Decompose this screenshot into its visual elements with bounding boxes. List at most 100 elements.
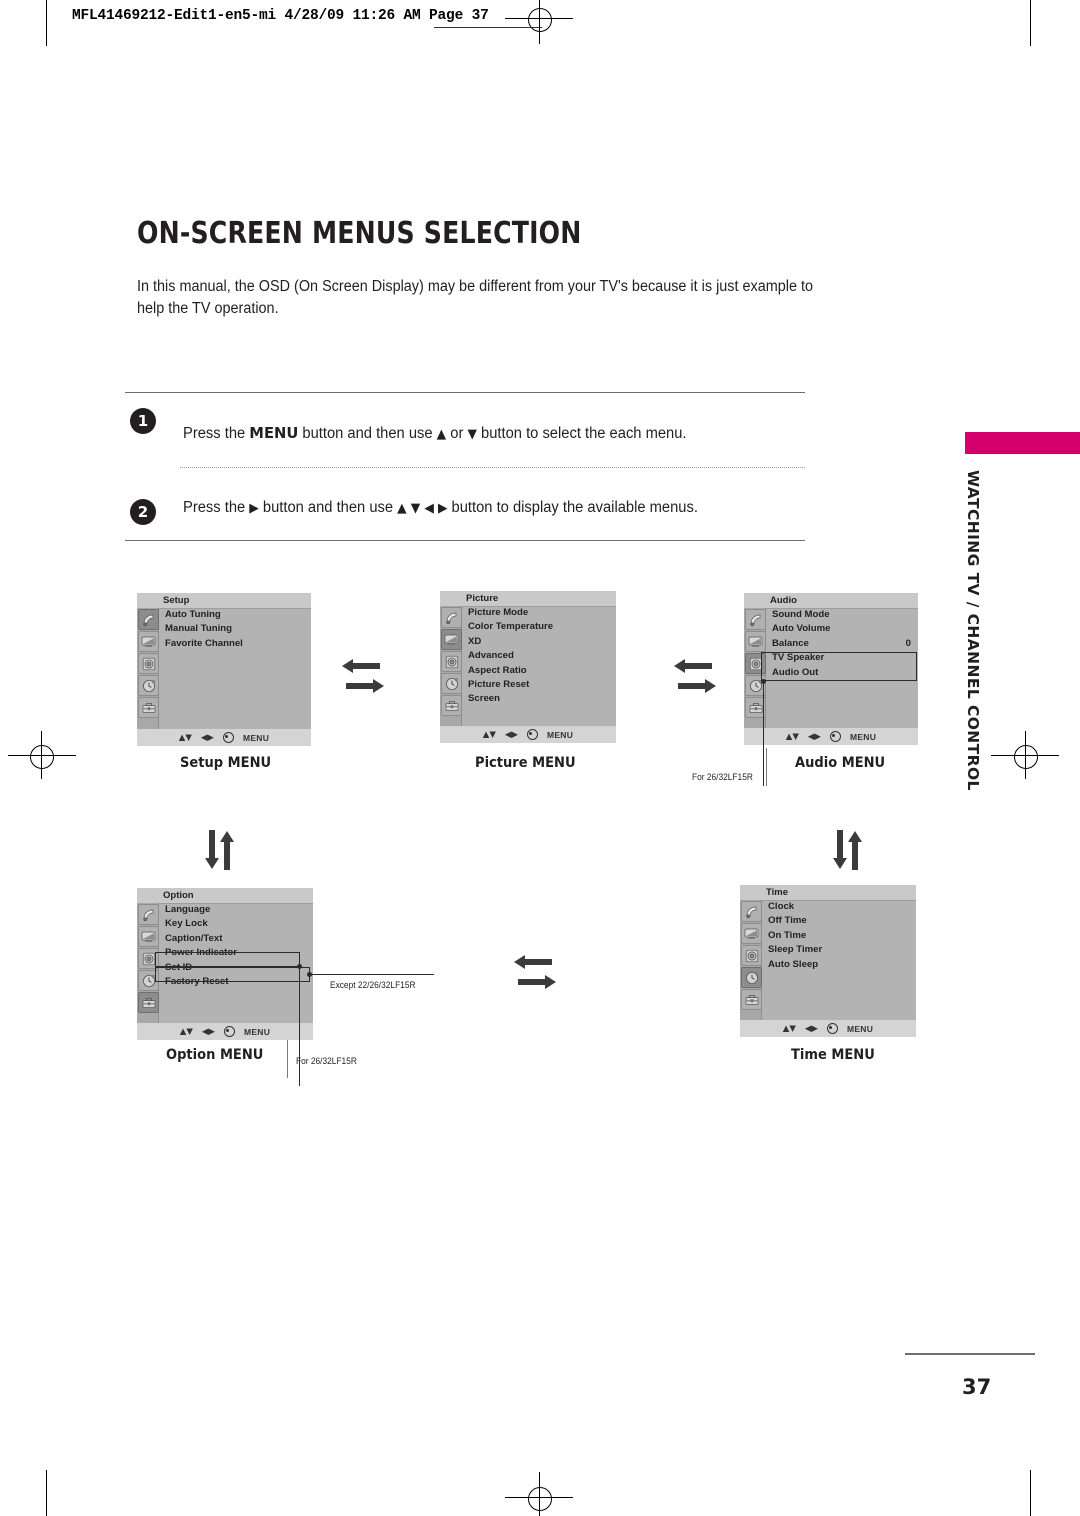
satellite-dish-icon[interactable] bbox=[745, 609, 766, 630]
osd-setup-menu[interactable]: Setup Auto Tuning Manual Tuning Favorite… bbox=[137, 593, 311, 746]
osd-item[interactable]: XD bbox=[462, 635, 616, 649]
osd-item[interactable]: Picture Reset bbox=[462, 678, 616, 692]
satellite-dish-icon[interactable] bbox=[441, 607, 462, 628]
osd-item[interactable]: Manual Tuning bbox=[159, 622, 311, 636]
osd-audio-menu[interactable]: Audio Sound Mode Auto Volume Balance 0 TV bbox=[744, 593, 918, 745]
tv-screen-icon[interactable] bbox=[138, 926, 159, 947]
toolbox-icon[interactable] bbox=[741, 989, 762, 1010]
osd-item[interactable]: Sleep Timer bbox=[762, 943, 916, 957]
osd-item[interactable]: Language bbox=[159, 903, 313, 917]
clock-icon[interactable] bbox=[441, 673, 462, 694]
osd-time-item-list: Clock Off Time On Time Sleep Timer Auto … bbox=[762, 900, 916, 1020]
speaker-icon[interactable] bbox=[441, 651, 462, 672]
osd-item[interactable]: Sound Mode bbox=[766, 608, 918, 622]
osd-item[interactable]: Clock bbox=[762, 900, 916, 914]
satellite-dish-icon[interactable] bbox=[741, 901, 762, 922]
up-arrow-glyph: ▲ bbox=[436, 427, 447, 442]
step-2-part-c: button to display the available menus. bbox=[447, 499, 698, 516]
tv-screen-icon[interactable] bbox=[138, 631, 159, 652]
up-arrow-glyph-2: ▲ bbox=[397, 501, 407, 516]
osd-item[interactable]: On Time bbox=[762, 929, 916, 943]
clock-icon[interactable] bbox=[138, 970, 159, 991]
osd-item[interactable]: Auto Volume bbox=[766, 622, 918, 636]
osd-item[interactable]: Balance 0 bbox=[766, 637, 918, 651]
toolbox-icon[interactable] bbox=[138, 697, 159, 718]
step-1-part-d: button to select the each menu. bbox=[476, 425, 687, 442]
speaker-icon[interactable] bbox=[741, 945, 762, 966]
right-arrow-glyph: ▶ bbox=[249, 501, 259, 516]
osd-item[interactable]: Picture Mode bbox=[462, 606, 616, 620]
caption-setup-menu: Setup MENU bbox=[180, 755, 272, 771]
satellite-dish-icon[interactable] bbox=[138, 609, 159, 630]
leftright-nav-icon: ◀▶ bbox=[804, 1023, 818, 1034]
osd-time-menu[interactable]: Time Clock Off Time On Time Sleep Timer bbox=[740, 885, 916, 1037]
osd-item[interactable]: Color Temperature bbox=[462, 620, 616, 634]
osd-menu-label: MENU bbox=[242, 732, 270, 743]
tv-screen-icon[interactable] bbox=[441, 629, 462, 650]
osd-item[interactable]: Auto Tuning bbox=[159, 608, 311, 622]
note-except-models: Except 22/26/32LF15R bbox=[330, 980, 416, 991]
osd-item[interactable]: Power Indicator bbox=[159, 946, 313, 960]
osd-item[interactable]: Off Time bbox=[762, 914, 916, 928]
osd-picture-item-list: Picture Mode Color Temperature XD Advanc… bbox=[462, 606, 616, 726]
osd-option-icon-rail bbox=[137, 903, 159, 1023]
tv-screen-icon[interactable] bbox=[741, 923, 762, 944]
clock-icon[interactable] bbox=[138, 675, 159, 696]
osd-item[interactable]: Audio Out bbox=[766, 666, 918, 680]
footer-rule bbox=[905, 1353, 1035, 1355]
callout-leader-set-id bbox=[309, 974, 434, 976]
osd-time-title: Time bbox=[766, 887, 789, 898]
osd-item[interactable]: Factory Reset bbox=[159, 975, 313, 989]
note-picture-model: For 26/32LF15R bbox=[692, 772, 753, 783]
osd-item[interactable]: TV Speaker bbox=[766, 651, 918, 665]
osd-item-label: Caption/Text bbox=[165, 932, 223, 944]
clock-icon[interactable] bbox=[741, 967, 762, 988]
arrow-audio-time-vertical bbox=[828, 828, 870, 877]
osd-item[interactable]: Key Lock bbox=[159, 917, 313, 931]
updown-nav-icon: ▲▼ bbox=[785, 731, 799, 742]
osd-item[interactable]: Caption/Text bbox=[159, 932, 313, 946]
speaker-icon[interactable] bbox=[138, 653, 159, 674]
osd-picture-menu[interactable]: Picture Picture Mode Color Temperature X… bbox=[440, 591, 616, 743]
step-2-part-a: Press the bbox=[183, 499, 250, 516]
section-accent-bar bbox=[965, 432, 1080, 454]
speaker-icon[interactable] bbox=[138, 948, 159, 969]
osd-audio-item-list: Sound Mode Auto Volume Balance 0 TV Speak… bbox=[766, 608, 918, 728]
osd-item-label: Sound Mode bbox=[772, 609, 830, 620]
right-arrow-glyph-2: ▶ bbox=[437, 501, 448, 516]
leftright-nav-icon: ◀▶ bbox=[504, 729, 518, 740]
osd-item-label: Audio Out bbox=[772, 666, 819, 678]
osd-item-value: 0 bbox=[905, 637, 911, 649]
intro-paragraph: In this manual, the OSD (On Screen Displ… bbox=[137, 278, 814, 318]
down-arrow-glyph-2: ▼ bbox=[410, 501, 421, 516]
osd-option-footer: ▲▼ ◀▶ MENU bbox=[137, 1023, 313, 1040]
osd-item[interactable]: Favorite Channel bbox=[159, 637, 311, 651]
leftright-nav-icon: ◀▶ bbox=[807, 731, 821, 742]
osd-item-label: Auto Volume bbox=[772, 623, 831, 635]
speaker-icon[interactable] bbox=[745, 653, 766, 674]
ok-dot-icon bbox=[526, 729, 538, 740]
satellite-dish-icon[interactable] bbox=[138, 904, 159, 925]
toolbox-icon[interactable] bbox=[138, 992, 159, 1013]
step-1-part-a: Press the bbox=[183, 425, 250, 442]
osd-item-label: Color Temperature bbox=[468, 621, 554, 633]
tv-screen-icon[interactable] bbox=[745, 631, 766, 652]
osd-item[interactable]: Auto Sleep bbox=[762, 958, 916, 972]
osd-item[interactable]: Aspect Ratio bbox=[462, 664, 616, 678]
toolbox-icon[interactable] bbox=[441, 695, 462, 716]
osd-option-menu[interactable]: Option Language Key Lock Caption/Text Po… bbox=[137, 888, 313, 1040]
osd-item[interactable]: Advanced bbox=[462, 649, 616, 663]
note-picture-divider bbox=[766, 748, 767, 786]
caption-option-menu: Option MENU bbox=[166, 1047, 264, 1063]
osd-item-label: Manual Tuning bbox=[165, 623, 232, 635]
arrow-option-time bbox=[512, 953, 558, 1000]
osd-item[interactable]: Screen bbox=[462, 692, 616, 706]
osd-item[interactable]: Set ID bbox=[159, 961, 313, 975]
section-tab-label: WATCHING TV / CHANNEL CONTROL bbox=[964, 470, 982, 791]
osd-item-label: Clock bbox=[768, 901, 795, 912]
down-arrow-glyph: ▼ bbox=[467, 427, 477, 442]
osd-audio-footer: ▲▼ ◀▶ MENU bbox=[744, 728, 918, 745]
ok-dot-icon bbox=[222, 732, 234, 743]
osd-setup-footer: ▲▼ ◀▶ MENU bbox=[137, 729, 311, 746]
osd-setup-titlebar: Setup bbox=[137, 593, 311, 609]
